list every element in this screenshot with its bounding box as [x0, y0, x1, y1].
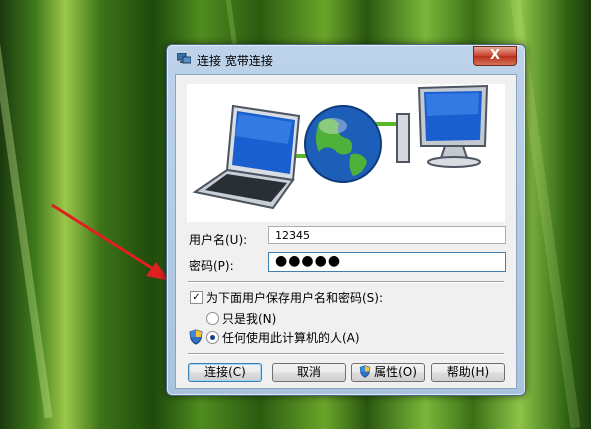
close-button[interactable]: X [473, 46, 517, 66]
radio-anyone[interactable] [206, 331, 219, 344]
title-bar[interactable]: 连接 宽带连接 X [167, 45, 525, 73]
properties-button[interactable]: 属性(O) [351, 363, 425, 382]
close-icon: X [489, 48, 501, 63]
desktop-computer-icon [396, 84, 489, 168]
dialog-client-area: 用户名(U): 12345 密码(P): ●●●●● ✓ 为下面用户保存用户名和… [175, 74, 517, 389]
password-field[interactable]: ●●●●● [268, 252, 506, 272]
password-label: 密码(P): [189, 259, 234, 273]
radio-only-me-label: 只是我(N) [222, 312, 277, 326]
help-button[interactable]: 帮助(H) [431, 363, 505, 382]
connect-button[interactable]: 连接(C) [188, 363, 262, 382]
username-field[interactable]: 12345 [268, 226, 506, 244]
radio-only-me[interactable] [206, 312, 219, 325]
separator [188, 353, 504, 355]
cancel-button[interactable]: 取消 [272, 363, 346, 382]
connection-banner [187, 84, 505, 222]
radio-anyone-label: 任何使用此计算机的人(A) [222, 331, 360, 345]
globe-icon [304, 105, 382, 183]
window-title: 连接 宽带连接 [197, 54, 273, 68]
username-label: 用户名(U): [189, 233, 248, 247]
separator [188, 281, 504, 283]
save-credentials-checkbox[interactable]: ✓ [190, 291, 203, 304]
properties-button-label: 属性(O) [374, 365, 417, 379]
uac-shield-icon [359, 365, 371, 378]
uac-shield-icon [189, 329, 203, 345]
network-connection-icon [177, 53, 191, 64]
laptop-icon [192, 104, 301, 210]
save-credentials-label: 为下面用户保存用户名和密码(S): [206, 291, 384, 305]
connect-dialog: 连接 宽带连接 X 用户名(U): 12345 密码(P): ●●●●● ✓ 为… [166, 44, 526, 396]
